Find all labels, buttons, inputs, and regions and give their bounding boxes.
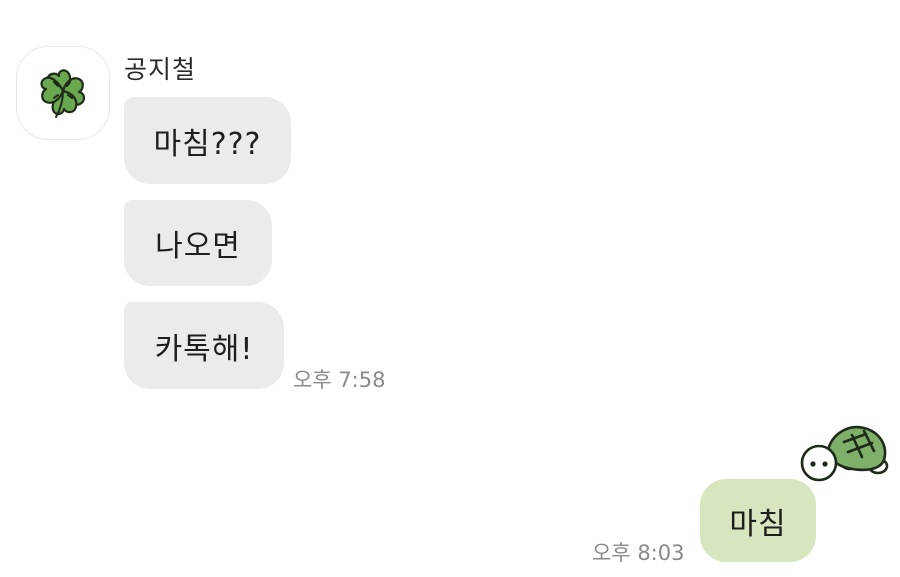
incoming-message-bubble[interactable]: 나오면 <box>124 200 272 286</box>
incoming-message-bubble[interactable]: 카톡해! <box>124 302 284 389</box>
contact-avatar[interactable] <box>16 46 110 140</box>
message-text: 마침 <box>729 506 787 542</box>
message-text: 마침??? <box>153 126 262 162</box>
incoming-message-bubble[interactable]: 마침??? <box>124 97 291 184</box>
message-text: 카톡해! <box>154 331 254 367</box>
outgoing-timestamp: 오후 8:03 <box>592 541 685 565</box>
outgoing-message-bubble[interactable]: 마침 <box>700 479 816 562</box>
sender-name: 공지철 <box>124 55 197 84</box>
four-leaf-clover-icon <box>40 69 86 118</box>
incoming-timestamp: 오후 7:58 <box>293 368 386 392</box>
turtle-sticker-icon <box>800 425 889 482</box>
message-text: 나오면 <box>155 229 241 264</box>
